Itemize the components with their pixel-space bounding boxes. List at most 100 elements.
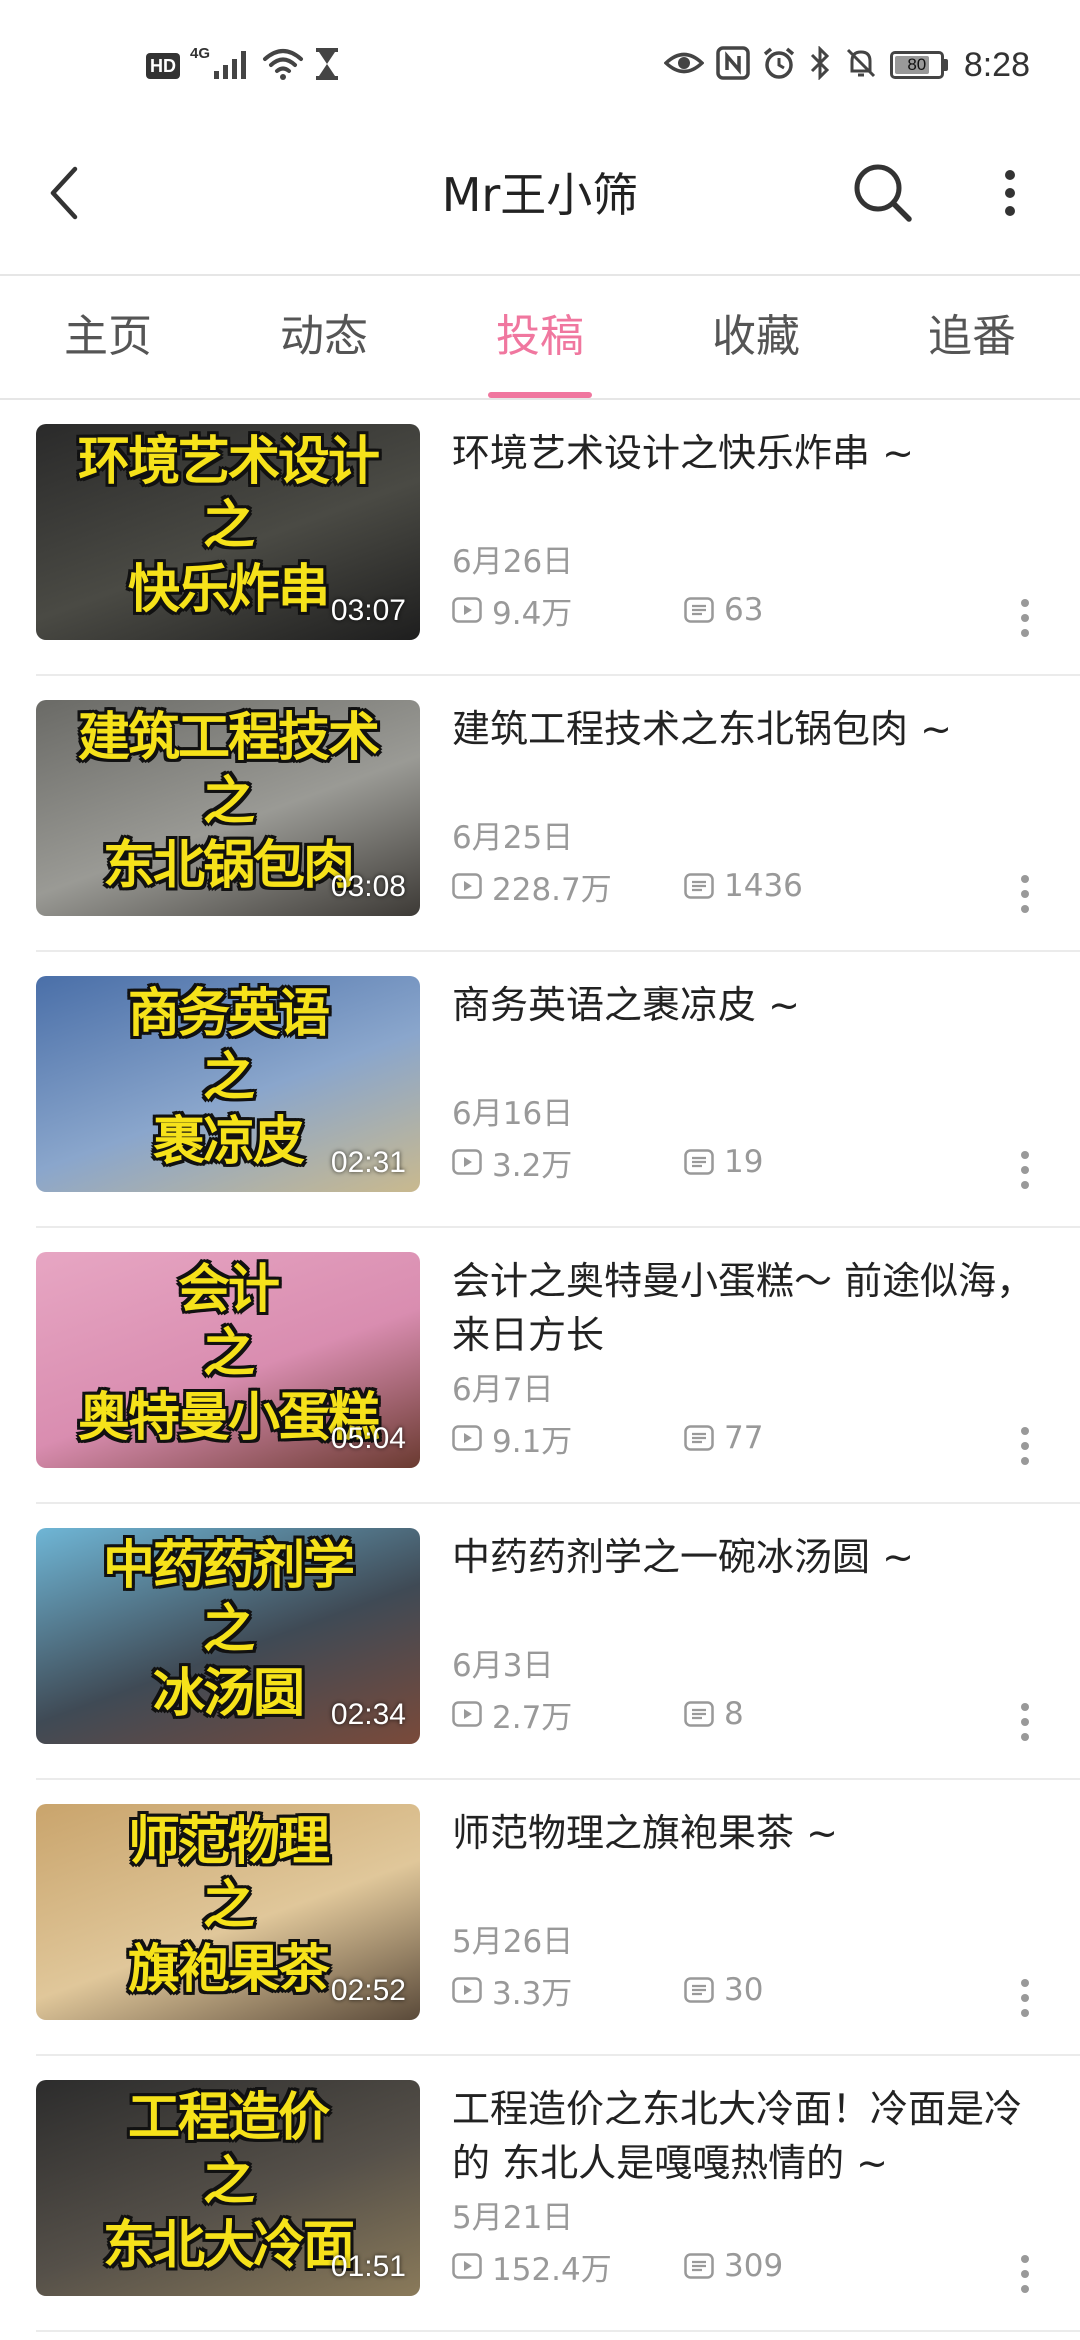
danmaku-count-value: 8 xyxy=(724,1696,744,1732)
video-stats: 228.7万 1436 xyxy=(452,864,803,909)
video-title[interactable]: 会计之奥特曼小蛋糕～ 前途似海，来日方长 xyxy=(452,1254,1048,1362)
profile-tabs: 主页 动态 投稿 收藏 追番 xyxy=(0,276,1080,400)
tab-1[interactable]: 动态 xyxy=(216,276,432,398)
video-date: 5月26日 xyxy=(452,1924,574,1960)
danmaku-icon xyxy=(684,1149,714,1175)
mute-icon xyxy=(844,46,878,84)
status-right-icons: 80 8:28 xyxy=(663,40,1030,90)
video-date: 6月16日 xyxy=(452,1096,574,1132)
video-thumbnail[interactable]: 师范物理 之 旗袍果茶 02:52 xyxy=(36,1804,420,2020)
danmaku-count: 19 xyxy=(684,1144,763,1180)
video-duration: 01:51 xyxy=(330,2250,406,2283)
tab-label: 投稿 xyxy=(496,311,584,362)
clock: 8:28 xyxy=(963,45,1030,84)
view-count: 9.1万 xyxy=(452,1416,684,1461)
video-thumbnail[interactable]: 工程造价 之 东北大冷面 01:51 xyxy=(36,2080,420,2296)
video-item[interactable]: 中药药剂学 之 冰汤圆 02:34 中药药剂学之一碗冰汤圆 ~ 6月3日 2.7万 8 xyxy=(0,1504,1080,1780)
video-item[interactable]: 会计 之 奥特曼小蛋糕 05:04 会计之奥特曼小蛋糕～ 前途似海，来日方长 6月7日… xyxy=(0,1228,1080,1504)
video-title[interactable]: 工程造价之东北大冷面！冷面是冷的 东北人是嘎嘎热情的 ~ xyxy=(452,2082,1048,2190)
item-more-button[interactable] xyxy=(1010,868,1040,924)
video-thumbnail[interactable]: 商务英语 之 裹凉皮 02:31 xyxy=(36,976,420,1192)
signal-icon xyxy=(212,47,252,85)
app-header: Mr王小筛 xyxy=(0,130,1080,276)
view-count: 3.3万 xyxy=(452,1968,684,2013)
view-count: 152.4万 xyxy=(452,2244,684,2289)
video-item[interactable]: 商务英语 之 裹凉皮 02:31 商务英语之裹凉皮 ~ 6月16日 3.2万 19 xyxy=(0,952,1080,1228)
video-title[interactable]: 师范物理之旗袍果茶 ~ xyxy=(452,1806,1048,1860)
video-title[interactable]: 商务英语之裹凉皮 ~ xyxy=(452,978,1048,1032)
video-item[interactable]: 环境艺术设计 之 快乐炸串 03:07 环境艺术设计之快乐炸串 ~ 6月26日 9.4万… xyxy=(0,400,1080,676)
video-duration: 03:08 xyxy=(330,870,406,903)
view-count: 3.2万 xyxy=(452,1140,684,1185)
video-date: 6月7日 xyxy=(452,1372,554,1408)
danmaku-count-value: 309 xyxy=(724,2248,784,2284)
video-thumbnail[interactable]: 环境艺术设计 之 快乐炸串 03:07 xyxy=(36,424,420,640)
play-count-icon xyxy=(452,1425,482,1451)
more-vertical-icon xyxy=(1020,1978,1030,2022)
video-date: 6月3日 xyxy=(452,1648,554,1684)
video-thumbnail[interactable]: 建筑工程技术 之 东北锅包肉 03:08 xyxy=(36,700,420,916)
video-duration: 02:52 xyxy=(330,1974,406,2007)
play-count-icon xyxy=(452,873,482,899)
more-vertical-icon xyxy=(1020,874,1030,918)
more-options-button[interactable] xyxy=(990,165,1030,225)
video-item[interactable]: 建筑工程技术 之 东北锅包肉 03:08 建筑工程技术之东北锅包肉 ~ 6月25日 22… xyxy=(0,676,1080,952)
video-duration: 03:07 xyxy=(330,594,406,627)
view-count-value: 3.3万 xyxy=(492,1975,573,2012)
item-more-button[interactable] xyxy=(1010,2248,1040,2304)
alarm-icon xyxy=(762,46,796,84)
back-button[interactable] xyxy=(34,165,94,225)
tab-2[interactable]: 投稿 xyxy=(432,276,648,398)
search-icon xyxy=(851,161,915,229)
view-count-value: 3.2万 xyxy=(492,1147,573,1184)
item-more-button[interactable] xyxy=(1010,1696,1040,1752)
battery-icon: 80 xyxy=(889,51,948,79)
item-more-button[interactable] xyxy=(1010,1144,1040,1200)
danmaku-count: 8 xyxy=(684,1696,744,1732)
tab-4[interactable]: 追番 xyxy=(864,276,1080,398)
video-stats: 9.4万 63 xyxy=(452,590,763,632)
page-title: Mr王小筛 xyxy=(441,168,639,222)
video-item[interactable]: 师范物理 之 旗袍果茶 02:52 师范物理之旗袍果茶 ~ 5月26日 3.3万 30 xyxy=(0,1780,1080,2056)
hd-badge: HD xyxy=(146,53,180,79)
tab-0[interactable]: 主页 xyxy=(0,276,216,398)
danmaku-icon xyxy=(684,1701,714,1727)
video-stats: 152.4万 309 xyxy=(452,2244,784,2289)
hourglass-icon xyxy=(314,47,340,85)
video-stats: 3.3万 30 xyxy=(452,1968,763,2013)
tab-3[interactable]: 收藏 xyxy=(648,276,864,398)
view-count: 228.7万 xyxy=(452,864,684,909)
video-thumbnail[interactable]: 会计 之 奥特曼小蛋糕 05:04 xyxy=(36,1252,420,1468)
danmaku-count: 1436 xyxy=(684,868,803,904)
item-more-button[interactable] xyxy=(1010,1972,1040,2028)
search-button[interactable] xyxy=(848,160,918,230)
video-title[interactable]: 中药药剂学之一碗冰汤圆 ~ xyxy=(452,1530,1048,1584)
video-item[interactable]: 工程造价 之 东北大冷面 01:51 工程造价之东北大冷面！冷面是冷的 东北人是嘎嘎… xyxy=(0,2056,1080,2332)
view-count-value: 152.4万 xyxy=(492,2251,612,2288)
play-count-icon xyxy=(452,597,482,623)
video-title[interactable]: 环境艺术设计之快乐炸串 ~ xyxy=(452,426,1048,480)
video-date: 5月21日 xyxy=(452,2200,574,2236)
more-vertical-icon xyxy=(1002,168,1018,222)
bluetooth-icon xyxy=(808,45,832,84)
item-more-button[interactable] xyxy=(1010,592,1040,648)
wifi-icon xyxy=(262,47,304,85)
play-count-icon xyxy=(452,2253,482,2279)
video-thumbnail[interactable]: 中药药剂学 之 冰汤圆 02:34 xyxy=(36,1528,420,1744)
video-date: 6月25日 xyxy=(452,820,574,856)
item-more-button[interactable] xyxy=(1010,1420,1040,1476)
tab-label: 主页 xyxy=(64,311,152,362)
video-stats: 2.7万 8 xyxy=(452,1694,744,1736)
danmaku-count-value: 19 xyxy=(724,1144,764,1180)
video-title[interactable]: 建筑工程技术之东北锅包肉 ~ xyxy=(452,702,1048,756)
status-left-icons: HD 4G xyxy=(146,46,340,86)
danmaku-count-value: 1436 xyxy=(724,868,803,904)
view-count-value: 2.7万 xyxy=(492,1699,573,1736)
view-count-value: 9.1万 xyxy=(492,1423,573,1460)
chevron-left-icon xyxy=(47,165,81,225)
tab-label: 收藏 xyxy=(712,311,800,362)
eye-icon xyxy=(663,48,705,82)
battery-level: 80 xyxy=(907,55,927,74)
video-stats: 3.2万 19 xyxy=(452,1140,763,1185)
network-type: 4G xyxy=(190,45,211,62)
